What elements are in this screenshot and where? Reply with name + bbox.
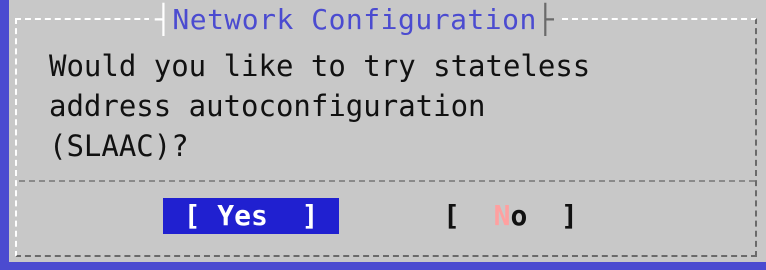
yes-button[interactable]: [ Yes ] <box>163 198 339 234</box>
no-button-rest: o ] <box>510 199 578 232</box>
dialog-title: ┤Network Configuration├ <box>149 2 561 38</box>
no-button[interactable]: [ No ] <box>443 198 623 234</box>
title-right-bracket: ├ <box>536 3 555 36</box>
network-configuration-dialog: ┤Network Configuration├ Would you like t… <box>9 0 766 262</box>
message-line-1: Would you like to try stateless <box>49 49 591 83</box>
dialog-message: Would you like to try stateless address a… <box>49 46 749 166</box>
button-row: [ Yes ] [ No ] <box>9 198 766 234</box>
message-line-3: (SLAAC)? <box>49 129 189 163</box>
no-button-open: [ <box>443 199 494 232</box>
dialog-title-text: Network Configuration <box>172 3 537 36</box>
title-left-bracket: ┤ <box>155 3 173 36</box>
no-button-hotkey: N <box>493 199 511 232</box>
message-line-2: address autoconfiguration <box>49 89 486 123</box>
button-separator <box>19 180 755 182</box>
